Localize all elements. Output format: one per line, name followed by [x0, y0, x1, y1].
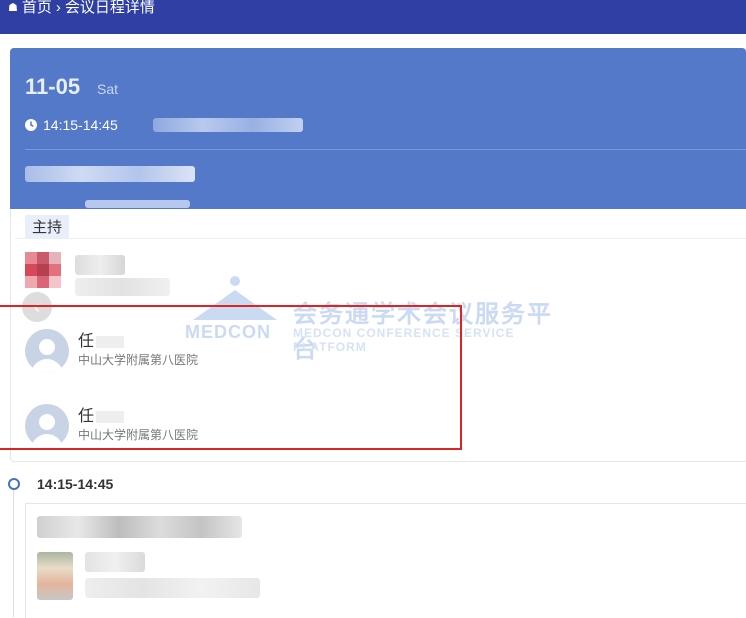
session-time: 14:15-14:45	[43, 117, 118, 133]
blurred-next-org	[85, 578, 260, 598]
blurred-host-name	[75, 255, 125, 275]
blurred-host-org	[75, 278, 170, 296]
blurred-session-title	[153, 118, 303, 132]
timeline-dot	[8, 478, 20, 490]
breadcrumb-current: 会议日程详情	[64, 0, 155, 16]
watermark-logo-icon	[230, 276, 240, 286]
blurred-session-extra	[85, 200, 190, 208]
breadcrumb-separator: ›	[55, 0, 61, 16]
session-weekday: Sat	[97, 81, 119, 97]
next-session-time: 14:15-14:45	[37, 476, 114, 492]
blurred-next-avatar	[37, 552, 73, 600]
timeline-line	[13, 490, 14, 617]
session-time-row: 14:15-14:45	[25, 117, 118, 133]
host-label: 主持	[25, 215, 70, 238]
home-icon[interactable]: ☗	[8, 0, 18, 16]
clock-icon	[25, 119, 37, 131]
blurred-next-title	[37, 516, 242, 538]
blurred-next-name	[85, 552, 145, 572]
breadcrumb: ☗ 首页 › 会议日程详情	[8, 0, 155, 16]
section-divider	[15, 238, 746, 239]
blurred-session-subtitle	[25, 166, 195, 182]
session-banner: 11-05 Sat 14:15-14:45	[10, 48, 746, 209]
breadcrumb-home[interactable]: 首页	[22, 0, 52, 16]
host-avatar	[25, 252, 71, 288]
session-date: 11-05	[25, 74, 81, 99]
top-nav-bar: ☗ 首页 › 会议日程详情	[0, 0, 746, 34]
highlight-box	[0, 305, 462, 450]
banner-divider	[25, 149, 746, 150]
